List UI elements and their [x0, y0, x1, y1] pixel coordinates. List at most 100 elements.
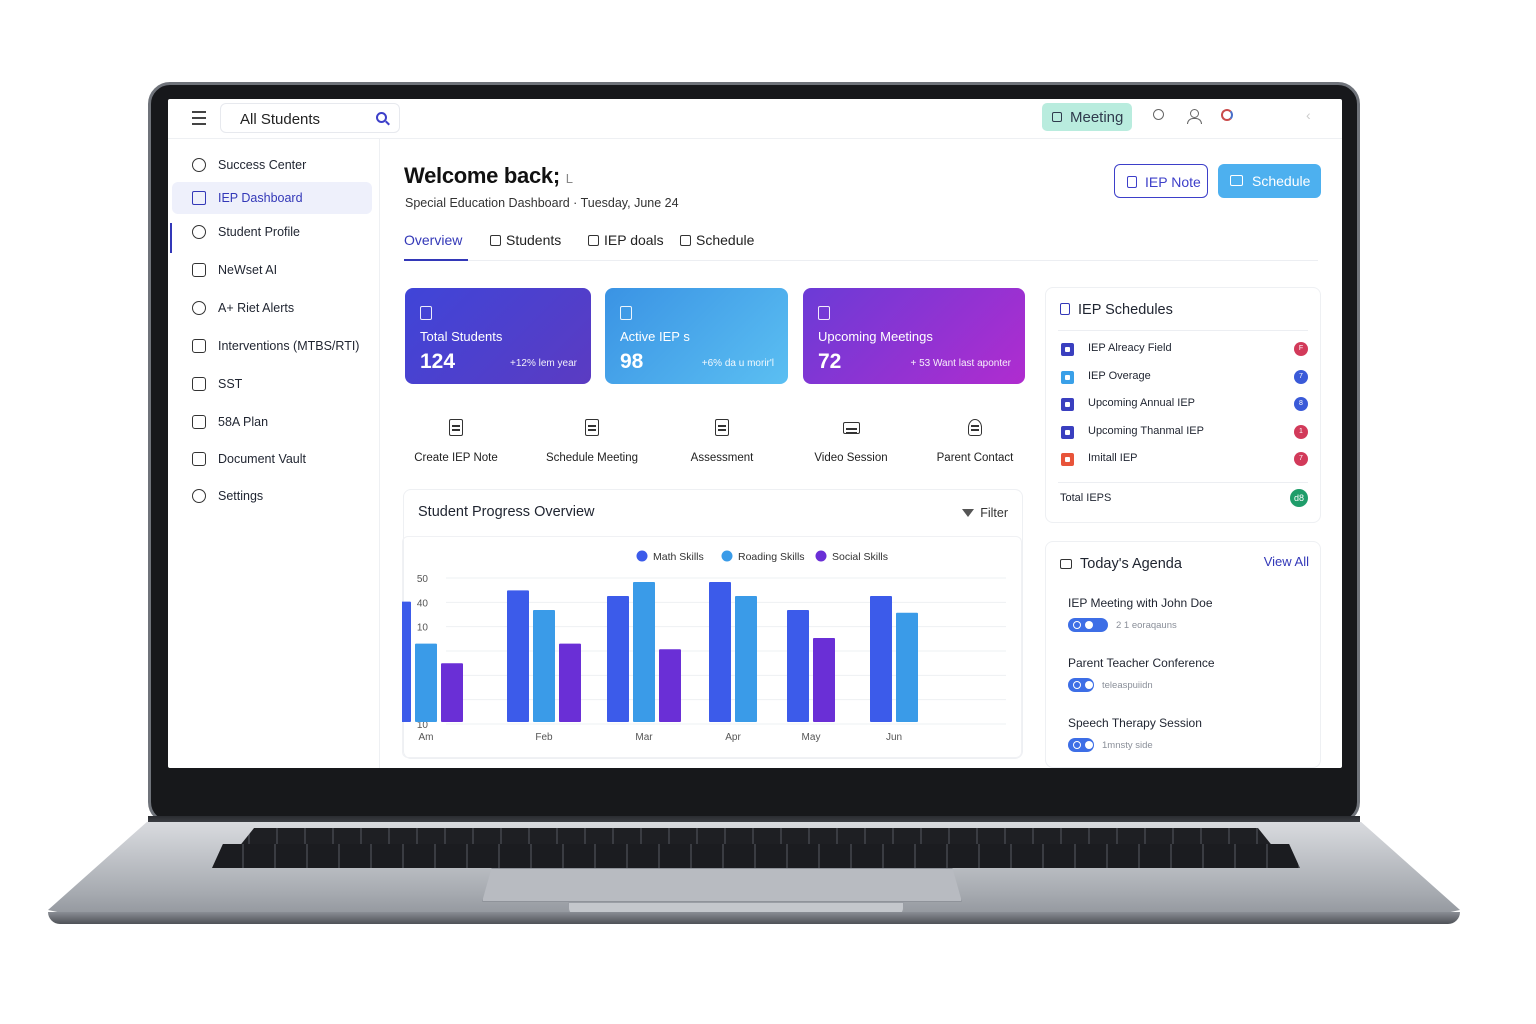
notification-icon[interactable]	[1221, 109, 1233, 121]
quick-action-parent-contact[interactable]: Parent Contact	[915, 419, 1035, 464]
legend-label[interactable]: Roading Skills	[738, 551, 805, 563]
welcome-text: Welcome back;	[404, 163, 560, 188]
bar-math-skills[interactable]	[402, 601, 411, 722]
status-badge: 1	[1294, 425, 1308, 439]
document-icon	[620, 306, 632, 320]
quick-action-assessment[interactable]: Assessment	[662, 419, 782, 464]
quick-action-create-iep-note[interactable]: Create IEP Note	[396, 419, 516, 464]
bar-math-skills[interactable]	[787, 610, 809, 722]
bar-roading-skills[interactable]	[896, 612, 918, 722]
stat-card-upcoming-meetings[interactable]: Upcoming Meetings 72 + 53 Want last apon…	[803, 288, 1025, 384]
bar-social-skills[interactable]	[813, 638, 835, 722]
document-icon	[1060, 303, 1070, 315]
agenda-title: Speech Therapy Session	[1068, 716, 1202, 730]
stat-label: Upcoming Meetings	[818, 329, 933, 344]
sidebar-item-newset-ai[interactable]: NeWset AI	[172, 254, 372, 286]
schedule-item[interactable]: Upcoming Annual IEP 8	[1060, 395, 1310, 415]
bar-math-skills[interactable]	[709, 582, 731, 722]
schedule-icon	[1061, 426, 1074, 439]
quick-action-label: Video Session	[814, 452, 888, 464]
schedule-item[interactable]: Upcoming Thanmal IEP 1	[1060, 423, 1310, 443]
sidebar-item-alerts[interactable]: A+ Riet Alerts	[172, 292, 372, 324]
bar-social-skills[interactable]	[441, 663, 463, 722]
agenda-item[interactable]: Speech Therapy Session 1mnsty side	[1068, 716, 1308, 752]
filter-label: Filter	[980, 506, 1008, 520]
search-icon[interactable]	[1153, 109, 1164, 120]
schedule-item[interactable]: IEP Overage 7	[1060, 368, 1310, 388]
user-icon[interactable]	[1187, 109, 1202, 124]
status-chip	[1068, 618, 1108, 632]
meeting-icon	[1052, 112, 1062, 122]
schedule-icon	[1061, 371, 1074, 384]
stat-value: 98	[620, 350, 644, 373]
meeting-label: Meeting	[1070, 109, 1124, 126]
agenda-item[interactable]: Parent Teacher Conference teleaspuiidn	[1068, 656, 1308, 692]
sidebar-item-iep-dashboard[interactable]: IEP Dashboard	[172, 182, 372, 214]
stat-delta: +6% da u morir'l	[701, 358, 774, 369]
x-tick-label: Mar	[635, 732, 653, 743]
schedule-button[interactable]: Schedule	[1218, 164, 1321, 198]
sidebar-item-success-center[interactable]: Success Center	[172, 149, 372, 181]
search-icon[interactable]	[376, 112, 387, 123]
sidebar-item-document-vault[interactable]: Document Vault	[172, 443, 372, 475]
meeting-button[interactable]: Meeting	[1042, 103, 1132, 131]
chevron-left-icon[interactable]: ‹	[1306, 107, 1320, 123]
bar-social-skills[interactable]	[659, 649, 681, 722]
sidebar-item-58a-plan[interactable]: 58A Plan	[172, 406, 372, 438]
iep-note-button[interactable]: IEP Note	[1114, 164, 1208, 198]
bar-math-skills[interactable]	[507, 590, 529, 722]
sidebar-item-interventions[interactable]: Interventions (MTBS/RTI)	[172, 330, 372, 362]
tab-overview[interactable]: Overview	[404, 232, 462, 248]
sidebar-item-label: A+ Riet Alerts	[218, 301, 295, 315]
iep-note-label: IEP Note	[1145, 174, 1201, 190]
sidebar-item-label: NeWset AI	[218, 263, 278, 277]
document-icon	[818, 306, 830, 320]
calendar-icon	[585, 419, 599, 436]
bar-roading-skills[interactable]	[633, 582, 655, 722]
keyboard-row	[212, 844, 1300, 868]
filter-button[interactable]: Filter	[962, 506, 1008, 520]
clipboard-icon	[192, 263, 206, 277]
bar-math-skills[interactable]	[607, 596, 629, 722]
panel-title-text: Today's Agenda	[1080, 556, 1182, 572]
bar-roading-skills[interactable]	[735, 596, 757, 722]
sidebar-item-settings[interactable]: Settings	[172, 480, 372, 512]
sidebar-item-sst[interactable]: SST	[172, 368, 372, 400]
bar-roading-skills[interactable]	[533, 610, 555, 722]
tab-students[interactable]: Students	[490, 232, 561, 248]
bar-roading-skills[interactable]	[415, 643, 437, 722]
tab-schedule[interactable]: Schedule	[680, 232, 754, 248]
sidebar-item-label: IEP Dashboard	[218, 191, 303, 205]
view-all-link[interactable]: View All	[1264, 554, 1309, 569]
user-initial: L	[565, 171, 573, 186]
agenda-item[interactable]: IEP Meeting with John Doe 2 1 eoraqauns	[1068, 596, 1308, 632]
plus-circle-icon	[192, 158, 206, 172]
stat-card-total-students[interactable]: Total Students 124 +12% lem year	[405, 288, 591, 384]
student-search[interactable]: All Students	[220, 103, 400, 133]
panel-title: IEP Schedules	[1060, 302, 1173, 318]
schedule-item[interactable]: Imitall IEP 7	[1060, 450, 1310, 470]
divider	[1058, 330, 1308, 331]
schedule-item[interactable]: IEP Alreacy Field F	[1060, 340, 1310, 360]
bar-social-skills[interactable]	[559, 643, 581, 722]
trackpad	[482, 868, 962, 902]
goals-icon	[588, 235, 599, 246]
legend-label[interactable]: Social Skills	[832, 551, 888, 563]
bar-math-skills[interactable]	[870, 596, 892, 722]
stat-card-active-ieps[interactable]: Active IEP s 98 +6% da u morir'l	[605, 288, 788, 384]
schedule-label: Schedule	[1252, 173, 1311, 189]
tab-iep-goals[interactable]: IEP doals	[588, 232, 664, 248]
menu-icon[interactable]	[192, 111, 206, 125]
legend-swatch	[815, 550, 827, 562]
legend-swatch	[636, 550, 648, 562]
sidebar-item-student-profile[interactable]: Student Profile	[172, 216, 372, 248]
quick-action-video-session[interactable]: Video Session	[791, 419, 911, 464]
schedule-label: Imitall IEP	[1088, 452, 1138, 464]
calendar-icon	[1230, 175, 1243, 186]
active-tab-underline	[404, 259, 468, 261]
legend-label[interactable]: Math Skills	[653, 551, 704, 563]
quick-action-label: Assessment	[690, 452, 754, 464]
quick-action-schedule-meeting[interactable]: Schedule Meeting	[532, 419, 652, 464]
agenda-title: IEP Meeting with John Doe	[1068, 596, 1213, 610]
document-icon	[192, 415, 206, 429]
